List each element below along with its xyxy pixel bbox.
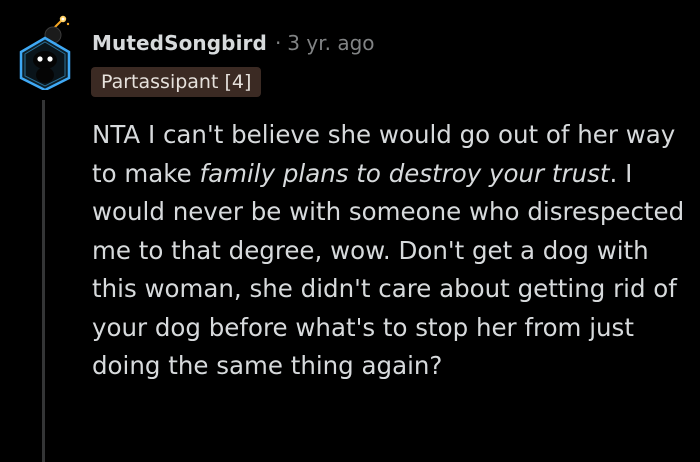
avatar-spark-icon [53, 15, 70, 29]
thread-line[interactable] [42, 100, 45, 462]
username-link[interactable]: MutedSongbird [92, 31, 267, 55]
comment-body: NTA I can't believe she would go out of … [92, 116, 692, 386]
comment-meta: MutedSongbird · 3 yr. ago [92, 27, 375, 59]
user-flair-badge: Partassipant [4] [91, 67, 262, 97]
timestamp[interactable]: 3 yr. ago [287, 31, 374, 55]
meta-separator: · [274, 31, 282, 55]
avatar[interactable] [14, 14, 76, 90]
comment-text: . I would never be with someone who disr… [92, 158, 685, 381]
comment-emphasis: family plans to destroy your trust [199, 158, 610, 188]
